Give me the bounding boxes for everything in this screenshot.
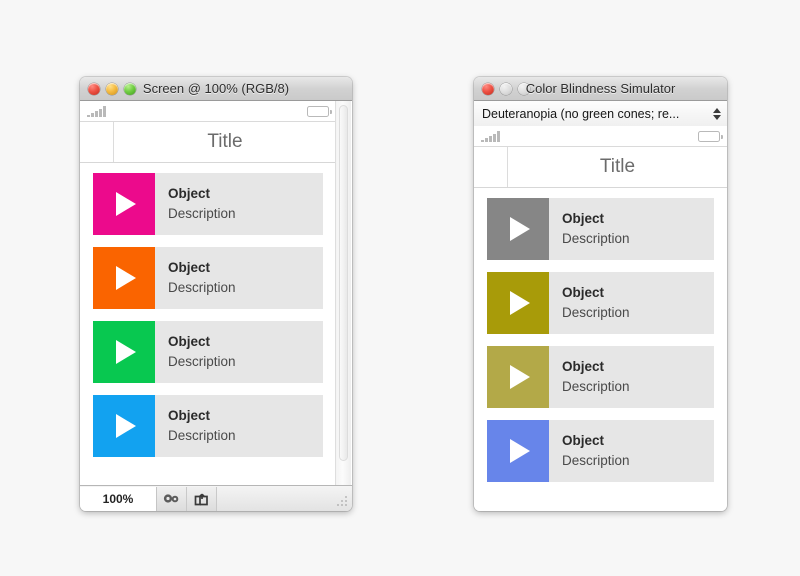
left-window-bottom-toolbar: 100% bbox=[80, 485, 352, 511]
list-item[interactable]: Object Description bbox=[487, 198, 714, 260]
object-name: Object bbox=[168, 408, 211, 424]
play-icon bbox=[510, 439, 530, 463]
right-window-titlebar[interactable]: Color Blindness Simulator bbox=[474, 77, 727, 101]
object-description: Description bbox=[168, 354, 236, 369]
object-thumbnail[interactable] bbox=[93, 395, 155, 457]
stepper-arrows-icon[interactable] bbox=[713, 107, 721, 120]
object-thumbnail[interactable] bbox=[487, 198, 549, 260]
battery-icon bbox=[307, 105, 332, 117]
phone-statusbar bbox=[80, 101, 336, 122]
object-thumbnail[interactable] bbox=[93, 173, 155, 235]
vertical-scrollbar[interactable] bbox=[335, 101, 351, 486]
zoom-light-disabled bbox=[518, 82, 530, 95]
close-light[interactable] bbox=[482, 82, 494, 95]
list-item-text: Object Description bbox=[155, 321, 323, 383]
right-window-traffic-lights bbox=[474, 82, 530, 95]
object-description: Description bbox=[562, 453, 630, 468]
play-icon bbox=[510, 291, 530, 315]
object-name: Object bbox=[168, 334, 211, 350]
simulation-mode-value: Deuteranopia (no green cones; re... bbox=[482, 106, 680, 121]
object-thumbnail[interactable] bbox=[93, 321, 155, 383]
left-window-traffic-lights bbox=[80, 82, 136, 95]
object-name: Object bbox=[562, 359, 605, 375]
object-description: Description bbox=[562, 379, 630, 394]
play-icon bbox=[510, 365, 530, 389]
list-item-text: Object Description bbox=[155, 247, 323, 309]
left-window-content: Title Object Description Object Descript… bbox=[80, 101, 336, 486]
object-thumbnail[interactable] bbox=[487, 272, 549, 334]
left-window-titlebar[interactable]: Screen @ 100% (RGB/8) bbox=[80, 77, 352, 101]
zoom-level-field[interactable]: 100% bbox=[80, 486, 157, 511]
list-item[interactable]: Object Description bbox=[487, 420, 714, 482]
object-name: Object bbox=[168, 260, 211, 276]
screen-preview-window[interactable]: Screen @ 100% (RGB/8) Title Object Descr… bbox=[80, 77, 352, 511]
object-description: Description bbox=[562, 231, 630, 246]
page-title: Title bbox=[599, 156, 636, 177]
play-icon bbox=[510, 217, 530, 241]
signal-bars-icon bbox=[87, 105, 106, 117]
play-icon bbox=[116, 340, 136, 364]
list-item-text: Object Description bbox=[549, 420, 714, 482]
gears-icon[interactable] bbox=[157, 486, 187, 511]
list-item-text: Object Description bbox=[549, 272, 714, 334]
object-list: Object Description Object Description Ob… bbox=[80, 163, 336, 467]
list-item[interactable]: Object Description bbox=[93, 395, 323, 457]
object-description: Description bbox=[168, 428, 236, 443]
object-description: Description bbox=[168, 206, 236, 221]
back-chevron-icon[interactable] bbox=[474, 147, 508, 187]
phone-navbar: Title bbox=[80, 122, 336, 163]
color-blindness-simulator-window[interactable]: Color Blindness Simulator Deuteranopia (… bbox=[474, 77, 727, 511]
object-name: Object bbox=[562, 211, 605, 227]
simulation-mode-dropdown[interactable]: Deuteranopia (no green cones; re... bbox=[474, 101, 727, 127]
play-icon bbox=[116, 266, 136, 290]
list-item[interactable]: Object Description bbox=[93, 321, 323, 383]
share-export-icon[interactable] bbox=[187, 486, 217, 511]
list-item-text: Object Description bbox=[549, 198, 714, 260]
zoom-light[interactable] bbox=[124, 82, 136, 95]
signal-bars-icon bbox=[481, 130, 500, 142]
phone-navbar: Title bbox=[474, 147, 727, 188]
list-item-text: Object Description bbox=[549, 346, 714, 408]
object-thumbnail[interactable] bbox=[487, 420, 549, 482]
object-description: Description bbox=[562, 305, 630, 320]
page-title: Title bbox=[207, 131, 243, 152]
right-window-content: Title Object Description Object Descript… bbox=[474, 126, 727, 511]
list-item[interactable]: Object Description bbox=[487, 346, 714, 408]
minimize-light-disabled bbox=[500, 82, 512, 95]
list-item[interactable]: Object Description bbox=[93, 247, 323, 309]
resize-grip-icon[interactable] bbox=[337, 496, 349, 508]
object-name: Object bbox=[562, 285, 605, 301]
back-chevron-icon[interactable] bbox=[80, 122, 114, 162]
close-light[interactable] bbox=[88, 82, 100, 95]
scrollbar-thumb[interactable] bbox=[339, 105, 348, 462]
list-item-text: Object Description bbox=[155, 173, 323, 235]
list-item[interactable]: Object Description bbox=[487, 272, 714, 334]
navbar-title-area: Title bbox=[508, 147, 727, 187]
navbar-title-area: Title bbox=[114, 122, 336, 162]
play-icon bbox=[116, 192, 136, 216]
object-thumbnail[interactable] bbox=[93, 247, 155, 309]
object-list: Object Description Object Description Ob… bbox=[474, 188, 727, 492]
object-name: Object bbox=[562, 433, 605, 449]
object-name: Object bbox=[168, 186, 211, 202]
object-description: Description bbox=[168, 280, 236, 295]
list-item-text: Object Description bbox=[155, 395, 323, 457]
minimize-light[interactable] bbox=[106, 82, 118, 95]
object-thumbnail[interactable] bbox=[487, 346, 549, 408]
list-item[interactable]: Object Description bbox=[93, 173, 323, 235]
phone-statusbar bbox=[474, 126, 727, 147]
screenshot-canvas: Screen @ 100% (RGB/8) Title Object Descr… bbox=[0, 0, 800, 576]
battery-icon bbox=[698, 130, 723, 142]
play-icon bbox=[116, 414, 136, 438]
